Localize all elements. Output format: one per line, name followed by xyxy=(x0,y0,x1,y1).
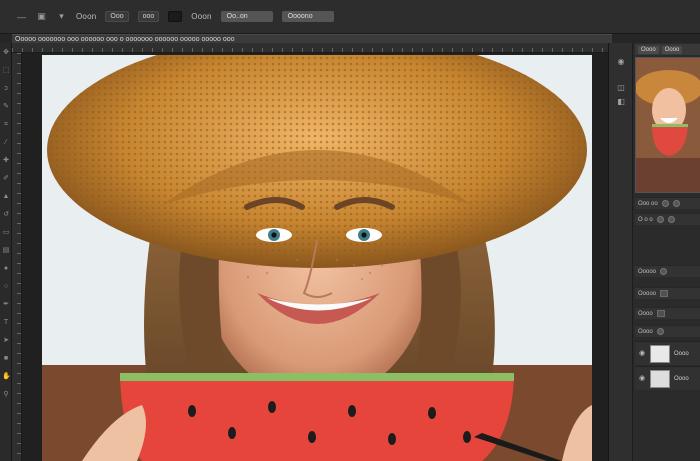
tool-preset-icon[interactable]: ▣ xyxy=(36,11,47,22)
option-field-2[interactable]: Oooono xyxy=(281,11,334,22)
dodge-tool-icon[interactable]: ○ xyxy=(2,283,10,291)
panel-row-button[interactable] xyxy=(661,200,669,207)
healing-brush-icon[interactable]: ✚ xyxy=(2,157,10,165)
eyedropper-icon[interactable]: ⁄ xyxy=(2,139,10,147)
crop-tool-icon[interactable]: ⌗ xyxy=(2,121,10,129)
path-select-icon[interactable]: ➤ xyxy=(2,337,10,345)
adjustments-icon[interactable]: ◧ xyxy=(616,97,626,107)
pen-tool-icon[interactable]: ✒ xyxy=(2,301,10,309)
panel-row-button[interactable] xyxy=(656,216,664,223)
canvas-area[interactable] xyxy=(22,53,608,461)
panel-row-4: Ooooo xyxy=(635,287,700,299)
photo-editor-window: — ▣ ▾ Ooon Ooo ooo Ooon Oo..on Oooono Oo… xyxy=(0,0,700,461)
tools-panel: ✥ ⬚ ↄ ✎ ⌗ ⁄ ✚ ✐ ▲ ↺ ▭ ▤ ● ○ ✒ T ➤ ■ ✋ ⚲ xyxy=(0,43,12,461)
layer-thumbnail xyxy=(650,344,670,363)
shape-tool-icon[interactable]: ■ xyxy=(2,355,10,363)
color-swatch[interactable] xyxy=(168,11,183,22)
panel-row-label: Ooooo xyxy=(638,268,657,275)
panel-row-label: Ooooo xyxy=(638,290,657,297)
option-label-2[interactable]: Ooon xyxy=(191,12,211,21)
hand-tool-icon[interactable]: ✋ xyxy=(2,373,11,381)
blur-tool-icon[interactable]: ● xyxy=(2,265,10,273)
document-tab[interactable]: Ooooo ooooooo ooo oooooo ooo o ooooooo o… xyxy=(12,34,612,43)
panel-row-button[interactable] xyxy=(656,328,664,335)
panel-row-3: Ooooo xyxy=(635,265,700,277)
gradient-tool-icon[interactable]: ▤ xyxy=(2,247,10,255)
vertical-ruler[interactable] xyxy=(12,53,22,461)
eraser-tool-icon[interactable]: ▭ xyxy=(2,229,10,237)
panel-header: Oooo Oooo xyxy=(635,44,700,55)
panel-tab-2[interactable]: Oooo xyxy=(661,45,683,54)
minimize-icon[interactable]: — xyxy=(16,11,27,22)
eye-icon[interactable]: ◉ xyxy=(638,375,646,383)
layer-row[interactable]: ◉ Oooo xyxy=(635,341,700,365)
panel-row-button[interactable] xyxy=(660,268,668,275)
layer-row[interactable]: ◉ Oooo xyxy=(635,366,700,390)
layer-name: Oooo xyxy=(674,350,689,357)
panel-row-1: Ooo oo xyxy=(635,197,700,209)
option-chip-2[interactable]: ooo xyxy=(137,11,160,22)
lasso-tool-icon[interactable]: ↄ xyxy=(2,85,10,93)
type-tool-icon[interactable]: T xyxy=(2,319,10,327)
option-chip-1[interactable]: Ooo xyxy=(105,11,129,22)
horizontal-ruler[interactable] xyxy=(12,43,608,53)
options-bar: — ▣ ▾ Ooon Ooo ooo Ooon Oo..on Oooono xyxy=(0,0,700,34)
option-field-1[interactable]: Oo..on xyxy=(220,11,273,22)
panel-row-button[interactable] xyxy=(656,310,665,317)
panel-row-6: Oooo xyxy=(635,325,700,337)
history-icon[interactable]: ◫ xyxy=(616,83,626,93)
layer-thumbnail xyxy=(650,369,670,388)
panel-row-button[interactable] xyxy=(672,200,680,207)
navigator-thumbnail[interactable] xyxy=(635,57,700,193)
photo-illustration xyxy=(42,55,592,461)
navigator-icon[interactable]: ◉ xyxy=(616,57,626,67)
move-tool-icon[interactable]: ✥ xyxy=(2,49,10,57)
panel-row-label: Oooo xyxy=(638,328,653,335)
canvas-photo[interactable] xyxy=(42,55,592,461)
option-label-1[interactable]: Ooon xyxy=(76,12,96,21)
panel-row-label: O o o xyxy=(638,216,653,223)
panel-icon-strip: ◉ ◫ ◧ xyxy=(609,43,633,461)
panel-row-2: O o o xyxy=(635,213,700,225)
panel-row-button[interactable] xyxy=(667,216,675,223)
zoom-tool-icon[interactable]: ⚲ xyxy=(2,391,10,399)
quick-select-icon[interactable]: ✎ xyxy=(2,103,10,111)
right-panel: ◉ ◫ ◧ Oooo Oooo Ooo oo O o o Ooooo Ooooo… xyxy=(608,43,700,461)
marquee-tool-icon[interactable]: ⬚ xyxy=(2,67,10,75)
clone-stamp-icon[interactable]: ▲ xyxy=(2,193,10,201)
history-brush-icon[interactable]: ↺ xyxy=(2,211,10,219)
brush-tool-icon[interactable]: ✐ xyxy=(2,175,10,183)
layer-name: Oooo xyxy=(674,375,689,382)
eye-icon[interactable]: ◉ xyxy=(638,350,646,358)
thumbnail-illustration xyxy=(636,58,700,192)
panel-row-label: Oooo xyxy=(638,310,653,317)
dropdown-icon[interactable]: ▾ xyxy=(56,11,67,22)
panel-row-button[interactable] xyxy=(660,290,669,297)
panel-row-5: Oooo xyxy=(635,307,700,319)
panel-tab-1[interactable]: Oooo xyxy=(638,45,659,54)
panel-row-label: Ooo oo xyxy=(638,200,658,207)
